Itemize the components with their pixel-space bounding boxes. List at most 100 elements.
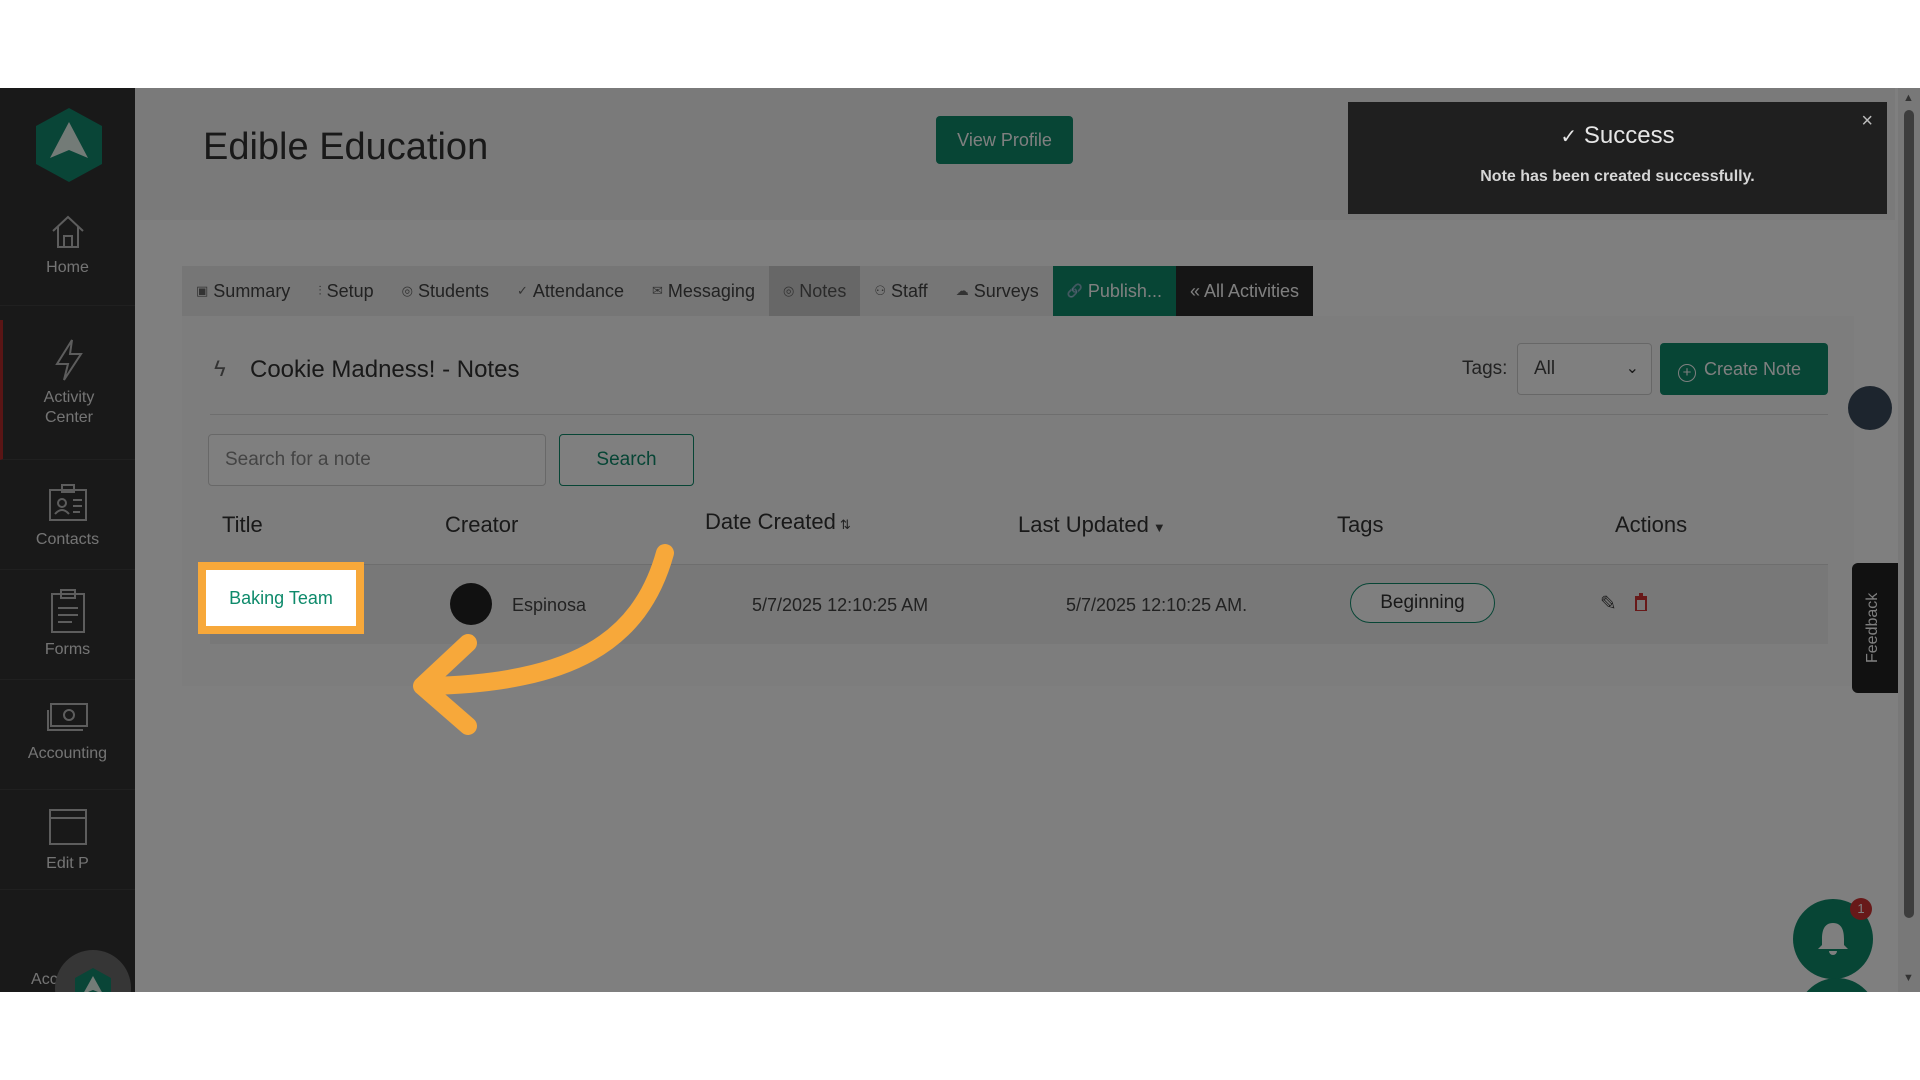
tab-label: Attendance	[532, 281, 624, 301]
column-header-label: Date Created	[705, 509, 836, 534]
sidebar-item-accounting[interactable]: Accounting	[0, 680, 135, 790]
home-icon	[51, 215, 84, 248]
divider	[210, 414, 1828, 415]
tags-select[interactable]: All ⌄	[1517, 343, 1652, 395]
sort-down-icon: ▼	[1152, 520, 1166, 535]
view-profile-button[interactable]: View Profile	[936, 116, 1073, 164]
plus-circle-icon: +	[1678, 364, 1696, 382]
search-button[interactable]: Search	[559, 434, 694, 486]
tab-notes[interactable]: ◎ Notes	[768, 266, 861, 316]
column-header-label: Last Updated	[1018, 512, 1149, 537]
activity-tabs: ▣ Summary ⫶ Setup ◎ Students ✓ Attendance ✉ M…	[182, 266, 1313, 316]
create-note-label: Create Note	[1704, 359, 1802, 379]
pencil-icon[interactable]: ✎	[1600, 591, 1617, 616]
close-icon[interactable]: ×	[1861, 110, 1873, 133]
students-icon: ◎	[401, 283, 413, 298]
toast-title: ✓ Success	[1348, 122, 1887, 150]
date-created: 5/7/2025 12:10:25 AM	[752, 595, 929, 615]
tab-label: Surveys	[973, 281, 1039, 301]
sidebar-item-home[interactable]: Home	[0, 188, 135, 306]
check-icon: ✓	[517, 283, 528, 298]
brand-badge-icon[interactable]	[55, 950, 131, 992]
link-icon: 🔗	[1066, 283, 1083, 298]
sidebar-item-label: Accounting	[27, 745, 108, 762]
tab-label: Notes	[799, 281, 847, 301]
check-circle-icon: ✓	[1560, 126, 1578, 148]
tab-staff[interactable]: ⚇ Staff	[860, 266, 941, 316]
notes-icon: ◎	[782, 283, 795, 298]
scroll-down-icon[interactable]: ▼	[1903, 972, 1914, 984]
sidebar-item-forms[interactable]: Forms	[0, 570, 135, 680]
calendar-icon	[48, 809, 87, 845]
highlighted-note-title[interactable]: Baking Team	[206, 570, 356, 626]
tab-label: Students	[417, 281, 490, 301]
cloud-icon: ☁	[955, 283, 969, 298]
scroll-up-icon[interactable]: ▲	[1903, 92, 1914, 104]
app-window: Home Activity Center Contacts Forms Acco…	[0, 88, 1920, 992]
sidebar-item-label: Edit P	[46, 855, 89, 872]
sidebar-item-edit[interactable]: Edit P	[0, 790, 135, 890]
tab-all-activities[interactable]: « All Activities	[1175, 266, 1313, 316]
notification-badge: 1	[1850, 898, 1872, 920]
toast-message: Note has been created successfully.	[1480, 168, 1755, 185]
column-header-actions: Actions	[1615, 512, 1688, 537]
tab-setup[interactable]: ⫶ Setup	[304, 266, 387, 316]
tab-attendance[interactable]: ✓ Attendance	[503, 266, 638, 316]
brand-logo[interactable]	[34, 106, 104, 184]
tag-badge[interactable]: Beginning	[1350, 583, 1495, 623]
scrollbar-thumb[interactable]	[1904, 110, 1914, 918]
settings-float-icon[interactable]	[1848, 386, 1892, 430]
success-toast: ✓ Success Note has been created successf…	[1348, 102, 1887, 214]
column-header-last-updated[interactable]: Last Updated ▼	[1018, 512, 1166, 538]
sidebar-item-activity-center[interactable]: Activity Center	[0, 320, 135, 460]
tab-summary[interactable]: ▣ Summary	[182, 266, 304, 316]
feedback-label: Feedback	[1864, 592, 1881, 663]
tab-label: « All Activities	[1189, 281, 1299, 301]
money-icon	[46, 703, 88, 731]
column-header-creator: Creator	[445, 512, 519, 537]
lightning-icon	[55, 339, 83, 381]
sort-icon: ⇅	[839, 517, 851, 532]
page-title: Edible Education	[203, 126, 489, 168]
create-note-button[interactable]: + Create Note	[1660, 343, 1828, 395]
search-input[interactable]	[208, 434, 546, 486]
tags-select-value: All	[1534, 358, 1556, 379]
trash-icon[interactable]	[1634, 593, 1648, 611]
last-updated: 5/7/2025 12:10:25 AM.	[1066, 595, 1248, 615]
setup-icon: ⫶	[318, 283, 322, 298]
clipboard-icon	[50, 589, 85, 633]
tab-label: Messaging	[667, 281, 755, 301]
tags-label: Tags:	[1462, 358, 1508, 379]
tab-label: Summary	[213, 281, 291, 301]
scrollbar[interactable]: ▲ ▼	[1898, 88, 1920, 992]
column-header-title: Title	[222, 512, 263, 537]
sidebar-item-label: Activity Center	[43, 389, 95, 426]
tab-publish[interactable]: 🔗 Publish...	[1052, 266, 1176, 316]
summary-icon: ▣	[196, 283, 209, 298]
tab-label: Setup	[326, 281, 374, 301]
chat-icon	[1797, 978, 1877, 992]
main-content: Edible Education View Profile ▣ Summary ⫶…	[135, 88, 1895, 992]
panel-title: Cookie Madness! - Notes	[250, 356, 520, 383]
contacts-icon	[48, 484, 87, 521]
column-header-tags: Tags	[1337, 512, 1384, 537]
tab-students[interactable]: ◎ Students	[388, 266, 503, 316]
sidebar-item-label: Contacts	[35, 531, 100, 548]
tab-messaging[interactable]: ✉ Messaging	[638, 266, 769, 316]
chat-button[interactable]	[1797, 978, 1877, 992]
staff-icon: ⚇	[874, 283, 886, 298]
tab-label: Publish...	[1087, 281, 1162, 301]
feedback-tab[interactable]: Feedback	[1852, 563, 1900, 693]
lightning-icon: ϟ	[214, 356, 226, 381]
tab-label: Staff	[890, 281, 928, 301]
toast-title-text: Success	[1583, 122, 1675, 149]
highlight-box: Baking Team	[198, 562, 364, 634]
chevron-down-icon: ⌄	[1625, 360, 1639, 377]
sidebar-item-label: Forms	[44, 641, 91, 658]
pointer-arrow-icon	[413, 544, 674, 735]
sidebar-item-label: Home	[46, 259, 89, 276]
sidebar-item-contacts[interactable]: Contacts	[0, 460, 135, 570]
sidebar: Home Activity Center Contacts Forms Acco…	[0, 88, 135, 992]
column-header-date-created[interactable]: Date Created ⇅	[705, 509, 851, 535]
tab-surveys[interactable]: ☁ Surveys	[942, 266, 1053, 316]
